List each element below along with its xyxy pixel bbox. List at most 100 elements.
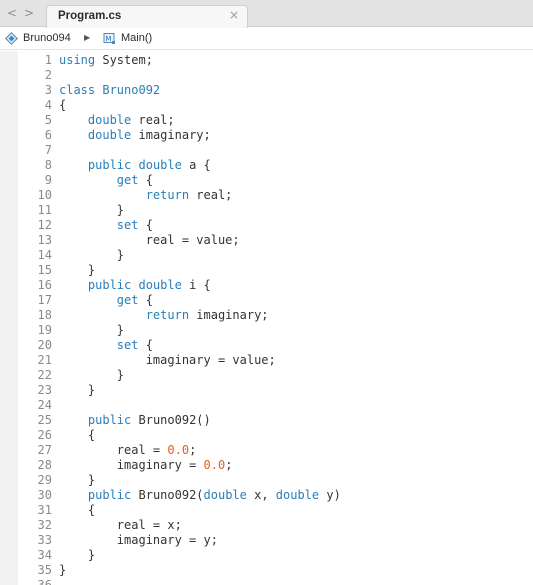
line-number: 5 [44,113,52,127]
code-keyword: public [87,278,132,292]
breadcrumb-namespace[interactable]: Bruno094 [23,32,71,44]
code-keyword: double [203,488,247,502]
code-line[interactable]: 18 return imaginary; [0,308,533,323]
code-keyword: public [87,158,132,172]
code-token: { [59,428,96,442]
code-line[interactable]: 32 real = x; [0,518,533,533]
code-token: } [59,563,67,577]
code-token: { [138,293,153,307]
code-keyword: public [87,413,132,427]
code-line[interactable]: 24 [0,398,533,413]
code-line[interactable]: 31 { [0,503,533,518]
line-number: 4 [44,98,52,112]
line-number: 8 [44,158,52,172]
code-line[interactable]: 5 double real; [0,113,533,128]
code-line[interactable]: 14 } [0,248,533,263]
line-number: 20 [37,338,52,352]
breadcrumb-separator-icon: ▶ [84,33,91,42]
code-keyword: Bruno092 [102,83,161,97]
code-token: i { [181,278,211,292]
code-line[interactable]: 26 { [0,428,533,443]
line-number: 23 [37,383,52,397]
code-line[interactable]: 27 real = 0.0; [0,443,533,458]
close-icon[interactable]: × [229,8,239,22]
code-text: return real; [59,188,233,203]
code-line[interactable]: 10 return real; [0,188,533,203]
code-token: real; [131,113,175,127]
line-number: 19 [37,323,52,337]
code-line[interactable]: 11 } [0,203,533,218]
code-token: a { [181,158,211,172]
code-keyword: double [138,278,182,292]
code-text: { [59,98,66,113]
code-keyword: using [59,53,96,67]
code-line[interactable]: 34 } [0,548,533,563]
code-text: } [59,473,95,488]
code-line[interactable]: 19 } [0,323,533,338]
code-keyword: return [145,188,190,202]
code-text: return imaginary; [59,308,269,323]
code-editor[interactable]: 1 using System; 2 3 class Bruno092 4{5 double… [0,51,533,585]
code-line[interactable]: 8 public double a { [0,158,533,173]
code-line[interactable]: 16 public double i { [0,278,533,293]
code-token: } [59,548,96,562]
code-line[interactable]: 3 class Bruno092 [0,83,533,98]
line-number: 36 [37,578,52,585]
code-line[interactable]: 22 } [0,368,533,383]
code-line[interactable]: 29 } [0,473,533,488]
code-line[interactable]: 28 imaginary = 0.0; [0,458,533,473]
code-token: ; [189,443,197,457]
code-line[interactable]: 20 set { [0,338,533,353]
code-line[interactable]: 21 imaginary = value; [0,353,533,368]
code-keyword: get [116,293,139,307]
code-text: } [59,368,124,383]
code-keyword: double [87,128,132,142]
line-number: 33 [37,533,52,547]
breadcrumb-method[interactable]: Main() [121,32,152,44]
line-number: 16 [37,278,52,292]
code-line[interactable]: 4{ [0,98,533,113]
code-line[interactable]: 12 set { [0,218,533,233]
code-line[interactable]: 36 [0,578,533,585]
code-line[interactable]: 1 using System; [0,53,533,68]
line-number: 14 [37,248,52,262]
code-line[interactable]: 30 public Bruno092(double x, double y) [0,488,533,503]
tab-program-cs[interactable]: Program.cs × [46,5,248,28]
code-token: { [138,218,153,232]
code-line[interactable]: 9 get { [0,173,533,188]
code-text: real = 0.0; [59,443,197,458]
code-line[interactable]: 23 } [0,383,533,398]
code-keyword: set [116,218,139,232]
code-text: } [59,248,124,263]
line-number: 15 [37,263,52,277]
code-text: } [59,383,95,398]
back-arrow-icon[interactable]: < [3,4,21,22]
code-line[interactable]: 6 double imaginary; [0,128,533,143]
code-text: { [59,428,95,443]
line-number: 25 [37,413,52,427]
tab-title: Program.cs [58,10,122,22]
code-line[interactable]: 7 [0,143,533,158]
code-line[interactable]: 35} [0,563,533,578]
forward-arrow-icon[interactable]: > [20,4,38,22]
code-text: } [59,563,66,578]
code-line[interactable]: 15 } [0,263,533,278]
code-line[interactable]: 25 public Bruno092() [0,413,533,428]
code-text: get { [59,173,153,188]
code-token: } [59,473,96,487]
line-number: 11 [37,203,52,217]
code-token: x, [246,488,276,502]
code-line[interactable]: 2 [0,68,533,83]
code-line[interactable]: 17 get { [0,293,533,308]
code-keyword: double [87,113,132,127]
code-line[interactable]: 13 real = value; [0,233,533,248]
line-number: 6 [44,128,52,142]
code-line[interactable]: 33 imaginary = y; [0,533,533,548]
code-text: using System; [59,53,153,68]
